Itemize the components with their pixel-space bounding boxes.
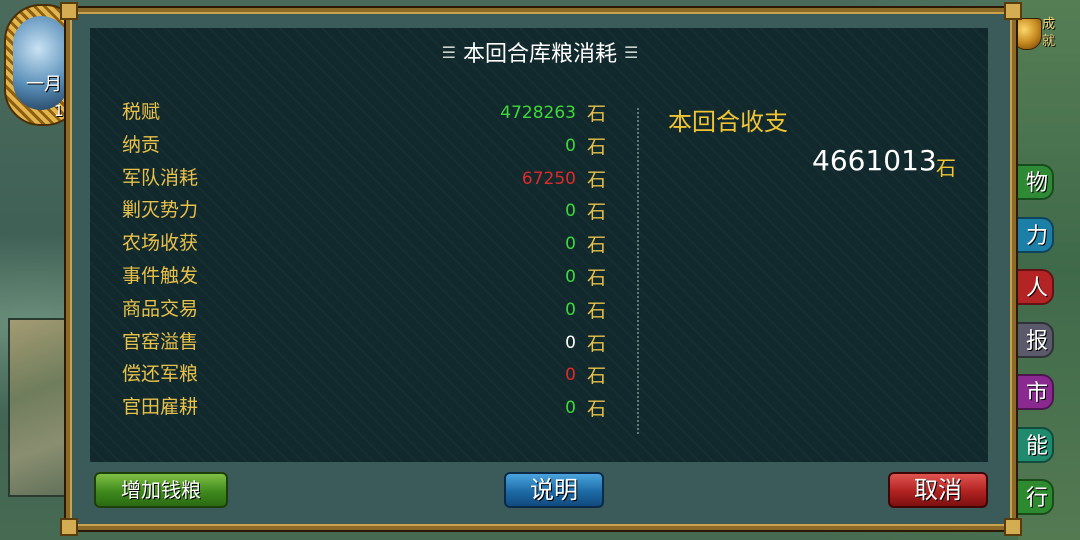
grain-row-value: 0 xyxy=(565,365,576,386)
summary-unit: 石 xyxy=(936,156,956,180)
grain-row-label: 剿灭势力 xyxy=(122,199,199,222)
grain-row-unit: 石 xyxy=(586,398,606,421)
grain-row-label: 商品交易 xyxy=(122,297,199,320)
grain-row-label: 税赋 xyxy=(122,101,161,123)
dialog-title: 本回合库粮消耗 xyxy=(462,42,617,67)
grain-row-unit: 石 xyxy=(586,135,606,158)
grain-row-label: 官窑溢售 xyxy=(122,330,199,353)
grain-row-value: 0 xyxy=(565,398,576,419)
add-funds-button[interactable]: 增加钱粮 xyxy=(94,472,228,508)
grain-row-value: 0 xyxy=(565,201,576,222)
grain-row: 官田雇耕 0 石 xyxy=(122,394,612,426)
corner-ornament xyxy=(60,518,78,536)
grain-row-label: 纳贡 xyxy=(122,133,161,156)
day-label: 1 xyxy=(54,102,64,120)
grain-row-unit: 石 xyxy=(586,267,606,289)
corner-ornament xyxy=(1004,2,1022,20)
grain-row-value: 0 xyxy=(565,267,576,287)
grain-row-unit: 石 xyxy=(586,201,606,224)
grain-row-label: 军队消耗 xyxy=(122,166,199,189)
grain-row-value: 0 xyxy=(565,299,576,320)
grain-row: 农场收获 0 石 xyxy=(122,230,612,262)
title-ornament-icon: ☰ xyxy=(624,43,639,62)
title-ornament-icon: ☰ xyxy=(441,43,456,62)
grain-row-label: 农场收获 xyxy=(122,232,199,255)
grain-row-value: 0 xyxy=(565,332,576,353)
grain-row-unit: 石 xyxy=(586,103,606,125)
grain-row-label: 偿还军粮 xyxy=(122,363,199,386)
grain-row: 剿灭势力 0 石 xyxy=(122,197,612,229)
summary-value: 4661013 xyxy=(812,144,937,177)
grain-row-unit: 石 xyxy=(586,234,606,257)
grain-row-unit: 石 xyxy=(586,365,606,388)
grain-row: 事件触发 0 石 xyxy=(122,263,612,295)
dialog-title-row: ☰ 本回合库粮消耗 ☰ xyxy=(0,36,1080,68)
grain-row-label: 官田雇耕 xyxy=(122,396,199,419)
grain-row: 税赋 4728263 石 xyxy=(122,99,612,131)
help-button[interactable]: 说明 xyxy=(504,472,604,508)
cancel-button[interactable]: 取消 xyxy=(888,472,988,508)
grain-row: 纳贡 0 石 xyxy=(122,132,612,164)
grain-row-unit: 石 xyxy=(586,168,606,191)
grain-row-value: 0 xyxy=(565,234,576,255)
grain-row-unit: 石 xyxy=(586,332,606,355)
grain-row-unit: 石 xyxy=(586,299,606,322)
grain-row: 官窑溢售 0 石 xyxy=(122,329,612,361)
corner-ornament xyxy=(60,2,78,20)
summary-title: 本回合收支 xyxy=(668,108,788,136)
corner-ornament xyxy=(1004,518,1022,536)
grain-row-value: 0 xyxy=(565,135,576,156)
grain-row: 偿还军粮 0 石 xyxy=(122,361,612,393)
grain-row: 商品交易 0 石 xyxy=(122,296,612,328)
grain-row-value: 4728263 xyxy=(500,103,576,123)
column-divider xyxy=(637,108,639,434)
grain-row-value: 67250 xyxy=(521,168,576,189)
grain-row-label: 事件触发 xyxy=(122,265,199,287)
grain-row: 军队消耗 67250 石 xyxy=(122,165,612,197)
month-label: 一月 xyxy=(26,74,62,95)
